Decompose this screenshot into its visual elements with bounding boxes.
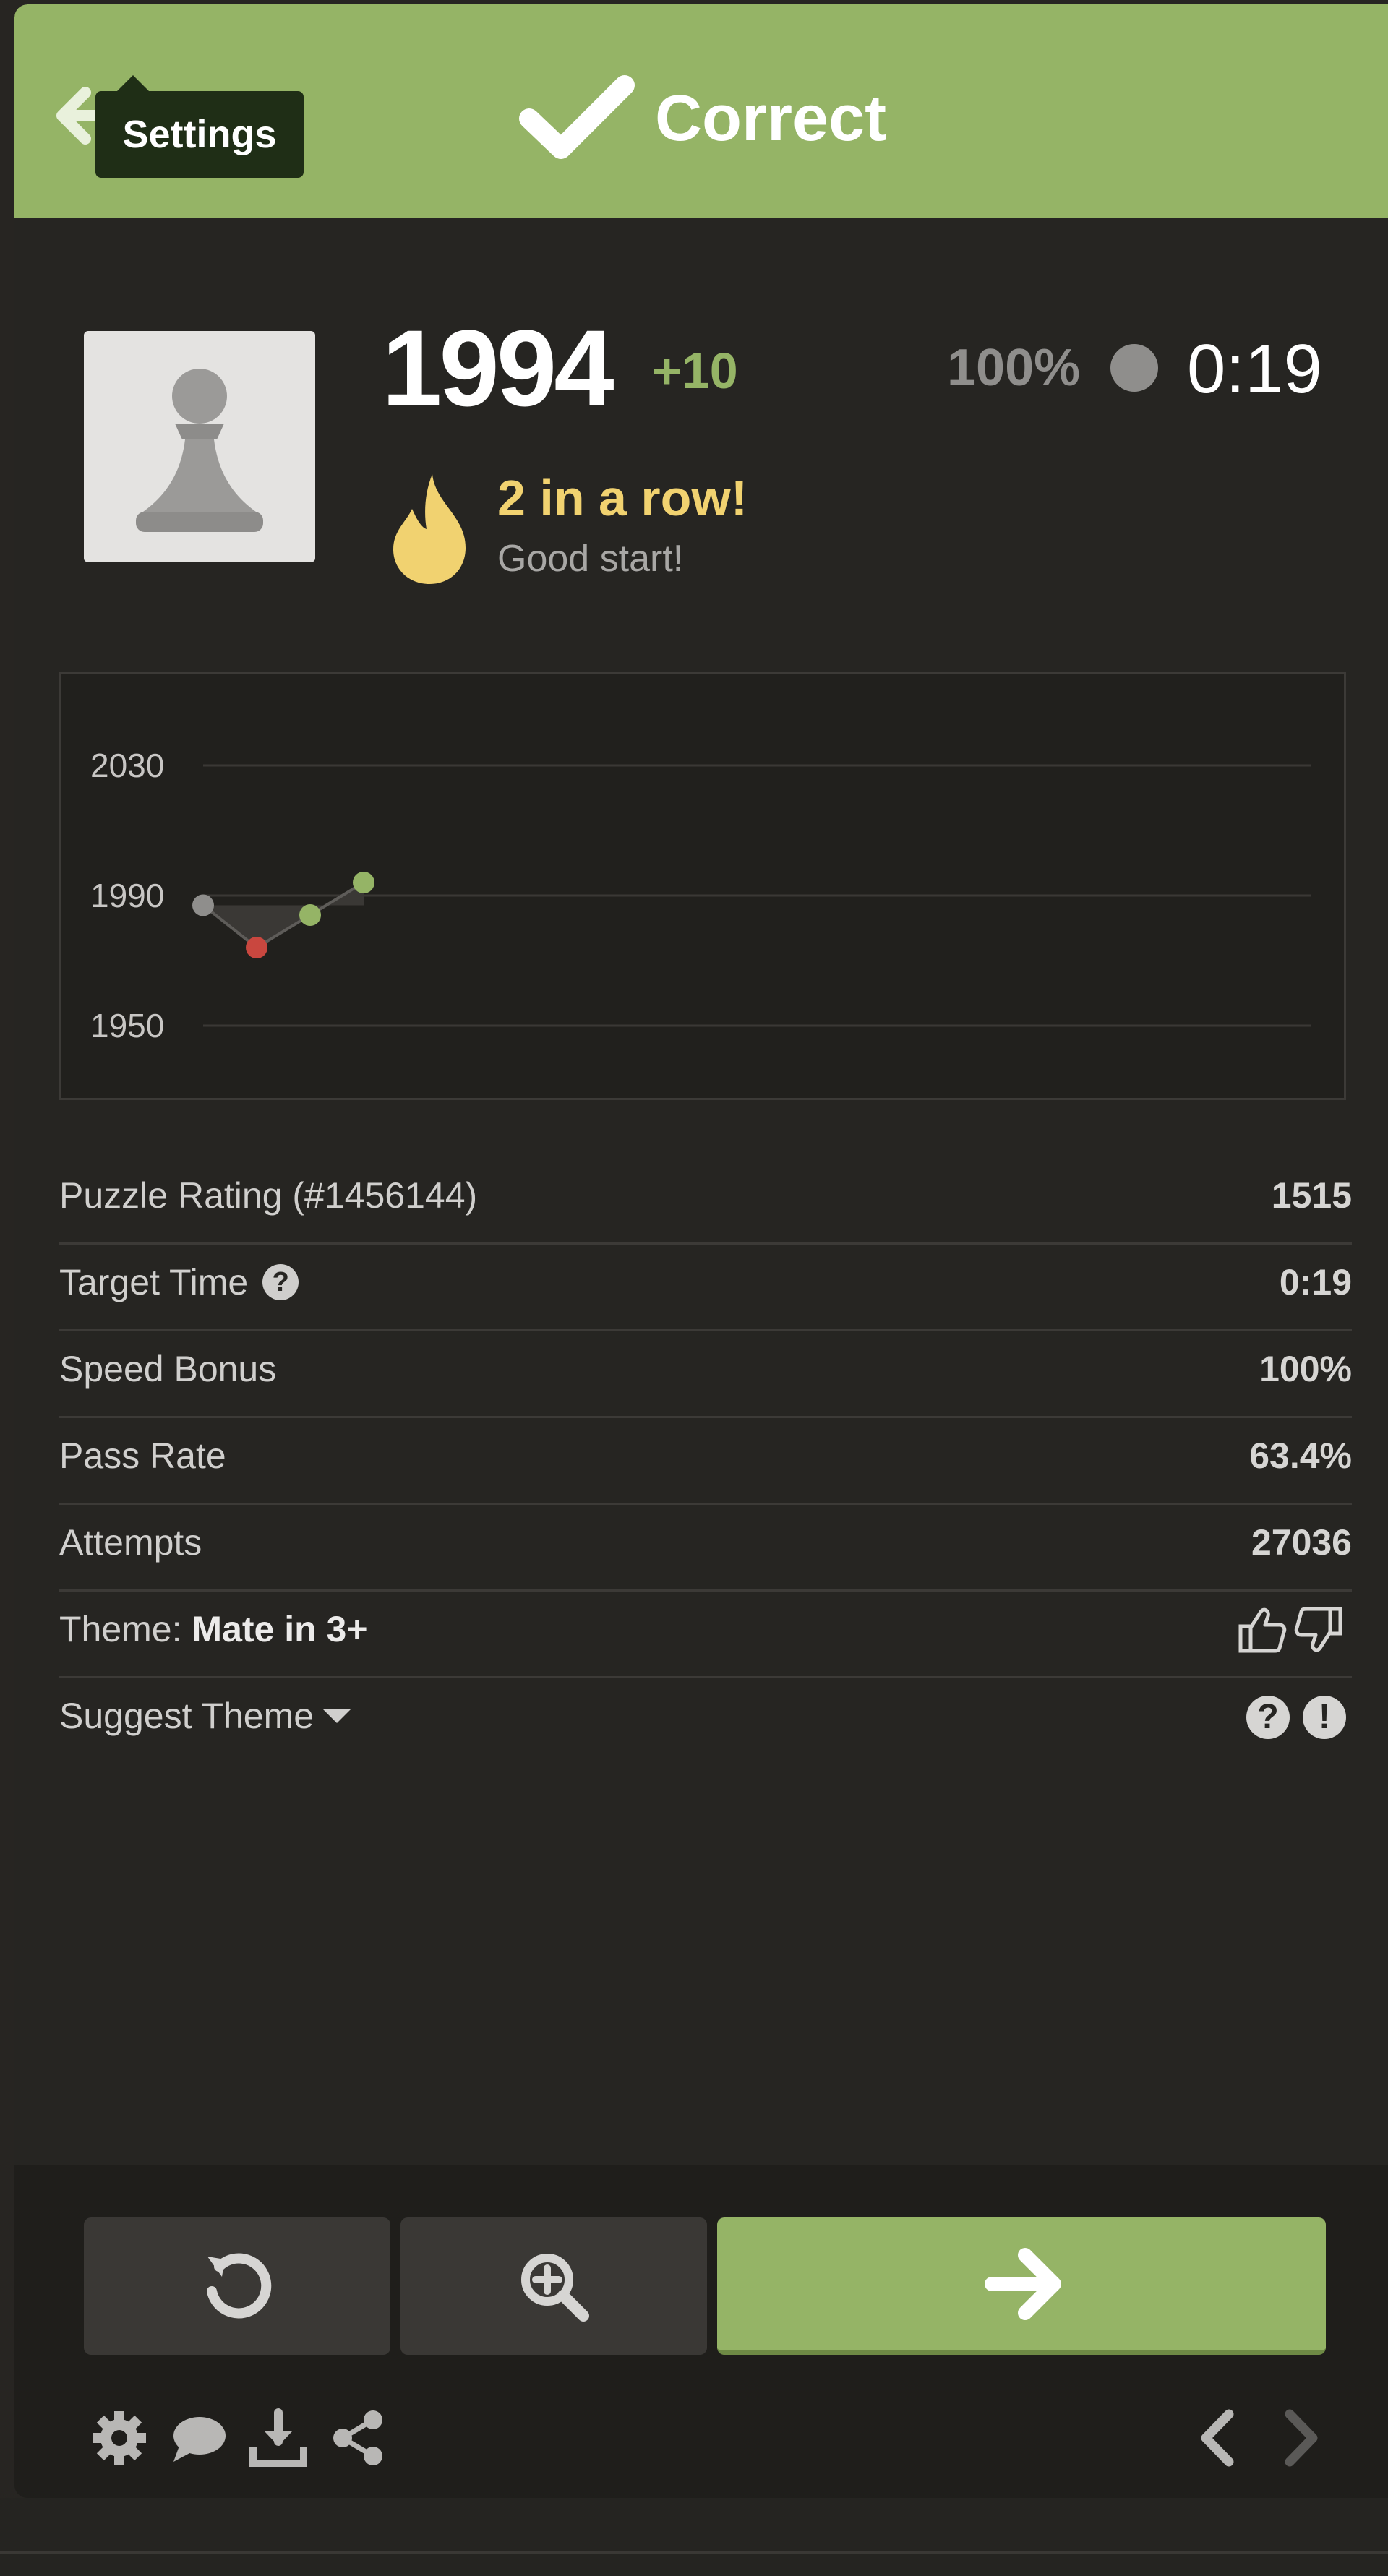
target-time-label-wrap: Target Time? xyxy=(59,1245,299,1320)
rating-value: 1994 xyxy=(382,307,614,429)
attempts-label: Attempts xyxy=(59,1522,202,1563)
puzzle-rating-label: Puzzle Rating (#1456144) xyxy=(59,1175,478,1216)
analysis-icon xyxy=(521,2254,589,2322)
rating-area xyxy=(203,883,364,948)
target-time-value: 0:19 xyxy=(1279,1262,1352,1302)
rating-chart: 2030 1990 1950 xyxy=(59,672,1346,1100)
stat-row-pass-rate: Pass Rate 63.4% xyxy=(59,1418,1352,1505)
puzzle-stats: Puzzle Rating (#1456144) 1515 Target Tim… xyxy=(59,1158,1352,1765)
caret-down-icon xyxy=(322,1708,352,1723)
chat-icon[interactable] xyxy=(169,2408,228,2468)
speed-bonus-value: 100% xyxy=(1259,1349,1352,1389)
gear-icon[interactable] xyxy=(90,2408,149,2468)
theme-label: Theme: xyxy=(59,1609,182,1649)
pass-rate-label: Pass Rate xyxy=(59,1435,226,1476)
help-icon[interactable]: ? xyxy=(1246,1696,1290,1739)
thumbs-up-icon[interactable] xyxy=(1238,1607,1287,1653)
puzzle-rating-value: 1515 xyxy=(1271,1175,1352,1216)
puzzle-panel: Settings Correct 1994 +10 100% 0:19 2 in… xyxy=(14,4,1388,2498)
next-puzzle-button[interactable] xyxy=(717,2217,1326,2355)
result-header: Settings Correct xyxy=(14,4,1388,218)
y-tick-label: 1950 xyxy=(90,1007,164,1044)
retry-icon xyxy=(207,2253,272,2319)
rating-point[interactable] xyxy=(353,872,374,893)
divider xyxy=(0,2551,1388,2554)
suggest-theme-label: Suggest Theme xyxy=(59,1696,314,1736)
flame-icon xyxy=(393,474,466,584)
streak-title: 2 in a row! xyxy=(497,470,748,526)
clock-dot-icon xyxy=(1110,344,1158,392)
theme-label-wrap: Theme: Mate in 3+ xyxy=(59,1592,368,1667)
theme-value: Mate in 3+ xyxy=(192,1609,368,1649)
suggest-icons: ?! xyxy=(1233,1696,1346,1746)
rating-point[interactable] xyxy=(192,894,214,916)
chevron-left-icon[interactable] xyxy=(1190,2408,1249,2468)
bottom-strip xyxy=(0,2498,1388,2576)
clock-time: 0:19 xyxy=(1187,330,1322,408)
help-icon[interactable]: ? xyxy=(262,1263,299,1300)
checkmark-icon xyxy=(519,75,635,159)
suggest-theme-dropdown[interactable]: Suggest Theme xyxy=(59,1678,352,1753)
stat-row-theme: Theme: Mate in 3+ xyxy=(59,1592,1352,1678)
stat-row-speed-bonus: Speed Bonus 100% xyxy=(59,1331,1352,1418)
retry-button[interactable] xyxy=(84,2217,390,2355)
download-icon[interactable] xyxy=(249,2408,308,2468)
y-tick-label: 2030 xyxy=(90,747,164,784)
streak-subtitle: Good start! xyxy=(497,538,684,580)
rating-chart-svg: 2030 1990 1950 xyxy=(90,747,1311,1044)
pass-rate-value: 63.4% xyxy=(1249,1435,1352,1476)
speed-bonus-label: Speed Bonus xyxy=(59,1349,277,1389)
rating-point[interactable] xyxy=(299,904,321,926)
thumbs-down-icon[interactable] xyxy=(1294,1607,1342,1652)
speed-percent: 100% xyxy=(947,339,1081,397)
stat-row-suggest-theme: Suggest Theme ?! xyxy=(59,1678,1352,1765)
y-tick-label: 1990 xyxy=(90,877,164,914)
analysis-button[interactable] xyxy=(400,2217,707,2355)
status-label: Correct xyxy=(655,82,887,155)
stat-row-attempts: Attempts 27036 xyxy=(59,1505,1352,1592)
settings-tooltip: Settings xyxy=(95,75,304,178)
attempts-value: 27036 xyxy=(1251,1522,1352,1563)
footer-controls xyxy=(14,2165,1388,2498)
stat-row-target-time: Target Time? 0:19 xyxy=(59,1245,1352,1331)
pawn-icon xyxy=(136,369,263,532)
chevron-right-icon[interactable] xyxy=(1269,2408,1329,2468)
stat-row-puzzle-rating: Puzzle Rating (#1456144) 1515 xyxy=(59,1158,1352,1245)
theme-vote xyxy=(1238,1606,1346,1657)
rating-point[interactable] xyxy=(246,937,267,958)
report-icon[interactable]: ! xyxy=(1303,1696,1346,1739)
theme-vote-icons xyxy=(1238,1607,1342,1653)
avatar xyxy=(84,331,315,562)
target-time-label: Target Time xyxy=(59,1262,249,1302)
next-arrow-icon xyxy=(985,2248,1061,2320)
share-icon[interactable] xyxy=(328,2408,387,2468)
rating-delta: +10 xyxy=(652,343,738,399)
